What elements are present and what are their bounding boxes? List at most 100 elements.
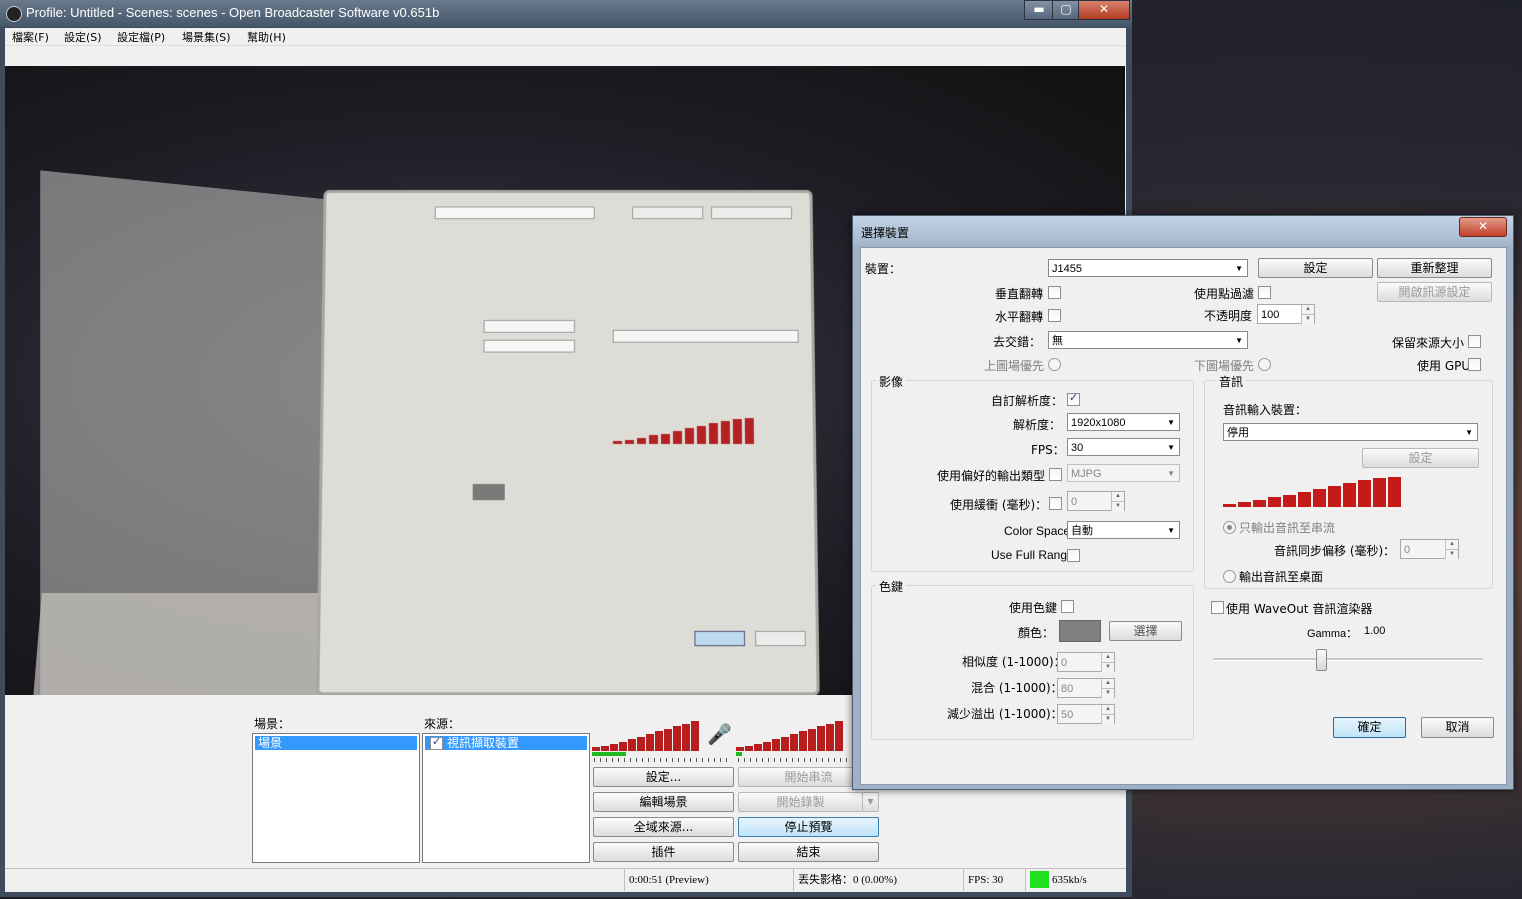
blend-input[interactable]: 80 ▲ ▼ — [1057, 678, 1115, 698]
spin-up-icon[interactable]: ▲ — [1101, 705, 1114, 714]
spin-down-icon[interactable]: ▼ — [1301, 314, 1314, 324]
start-recording-button[interactable]: 開始錄製 — [738, 792, 863, 812]
color-space-select[interactable]: 自動 ▼ — [1067, 521, 1180, 539]
waveout-checkbox[interactable] — [1211, 601, 1224, 614]
close-icon: ✕ — [1477, 219, 1489, 233]
desktop-meter-bar — [754, 744, 762, 751]
device-config-button[interactable]: 設定 — [1258, 258, 1373, 278]
top-field-first-radio[interactable] — [1048, 358, 1061, 371]
scenes-label: 場景： — [254, 717, 291, 731]
dialog-meter-bar — [1253, 500, 1266, 507]
buffer-checkbox[interactable] — [1049, 497, 1062, 510]
dialog-title-bar[interactable]: 選擇裝置 — [853, 216, 1513, 246]
microphone-icon[interactable]: 🎤 — [707, 722, 732, 746]
sources-list[interactable]: 視訊擷取裝置 — [422, 733, 590, 863]
dialog-meter-bar — [1313, 489, 1326, 507]
custom-resolution-checkbox[interactable] — [1067, 391, 1080, 406]
menu-profiles[interactable]: 設定檔(P) — [117, 29, 165, 45]
mic-meter-bar — [592, 747, 600, 751]
edit-scene-button[interactable]: 編輯場景 — [593, 792, 734, 812]
source-visible-checkbox[interactable] — [430, 735, 443, 750]
maximize-button[interactable]: ▢ — [1052, 0, 1080, 20]
spin-down-icon[interactable]: ▼ — [1101, 662, 1114, 672]
custom-resolution-label: 自訂解析度： — [991, 394, 1064, 408]
mic-meter-bar — [610, 744, 618, 751]
resolution-select[interactable]: 1920x1080 ▼ — [1067, 413, 1180, 431]
spill-input[interactable]: 50 ▲ ▼ — [1057, 704, 1115, 724]
output-desktop-radio[interactable] — [1223, 570, 1236, 583]
similarity-input[interactable]: 0 ▲ ▼ — [1057, 652, 1115, 672]
colorkey-group-title: 色鍵 — [876, 578, 907, 595]
plugins-button[interactable]: 插件 — [593, 842, 734, 862]
exit-button[interactable]: 結束 — [738, 842, 879, 862]
ok-button[interactable]: 確定 — [1333, 717, 1406, 738]
global-sources-button[interactable]: 全域來源... — [593, 817, 734, 837]
bottom-field-first-radio[interactable] — [1258, 358, 1271, 371]
audio-volume-meter — [1223, 476, 1403, 507]
desktop-volume-meter — [736, 719, 848, 751]
spin-down-icon[interactable]: ▼ — [1445, 549, 1458, 559]
flip-horizontal-checkbox[interactable] — [1048, 309, 1061, 322]
deinterlace-select[interactable]: 無 ▼ — [1048, 331, 1248, 349]
settings-button[interactable]: 設定... — [593, 767, 734, 787]
preferred-output-checkbox[interactable] — [1049, 468, 1062, 481]
window-title: Profile: Untitled - Scenes: scenes - Ope… — [26, 5, 440, 20]
desktop-volume-slider[interactable] — [738, 758, 848, 762]
output-type-select[interactable]: MJPG ▼ — [1067, 464, 1180, 482]
device-select[interactable]: J1455 ▼ — [1048, 259, 1248, 277]
spin-up-icon[interactable]: ▲ — [1111, 492, 1124, 501]
waveout-label: 使用 WaveOut 音訊渲染器 — [1226, 602, 1373, 616]
opacity-input[interactable]: 100 ▲ ▼ — [1257, 304, 1315, 324]
flip-vertical-checkbox[interactable] — [1048, 286, 1061, 299]
menu-file[interactable]: 檔案(F) — [12, 29, 49, 45]
audio-config-button[interactable]: 設定 — [1362, 448, 1479, 468]
scenes-list[interactable]: 場景 — [252, 733, 420, 863]
spin-up-icon[interactable]: ▲ — [1101, 653, 1114, 662]
gamma-value: 1.00 — [1364, 625, 1386, 637]
menu-scene-collections[interactable]: 場景集(S) — [182, 29, 231, 45]
microphone-volume-slider[interactable] — [594, 758, 732, 762]
source-item[interactable]: 視訊擷取裝置 — [425, 735, 587, 750]
dialog-meter-bar — [1298, 492, 1311, 507]
colorkey-select-button[interactable]: 選擇 — [1109, 621, 1182, 641]
keep-source-size-checkbox[interactable] — [1468, 335, 1481, 348]
resolution-label: 解析度： — [1013, 418, 1062, 432]
close-button[interactable]: ✕ — [1078, 0, 1130, 20]
buffer-input[interactable]: 0 ▲ ▼ — [1067, 491, 1125, 511]
menu-help[interactable]: 幫助(H) — [247, 29, 286, 45]
dialog-close-button[interactable]: ✕ — [1459, 217, 1507, 237]
mic-meter-bar — [646, 734, 654, 751]
fps-select[interactable]: 30 ▼ — [1067, 438, 1180, 456]
spin-up-icon[interactable]: ▲ — [1101, 679, 1114, 688]
title-bar[interactable]: Profile: Untitled - Scenes: scenes - Ope… — [0, 0, 1132, 27]
use-colorkey-checkbox[interactable] — [1061, 600, 1074, 613]
device-label: 裝置： — [864, 262, 901, 276]
spin-down-icon[interactable]: ▼ — [1101, 714, 1114, 724]
deinterlace-label: 去交錯： — [993, 335, 1042, 349]
minimize-button[interactable]: ▬ — [1024, 0, 1054, 20]
desktop-meter-bar — [772, 739, 780, 751]
scene-item[interactable]: 場景 — [255, 736, 417, 750]
open-source-config-button[interactable]: 開啟訊源設定 — [1377, 282, 1492, 302]
spin-down-icon[interactable]: ▼ — [1101, 688, 1114, 698]
gamma-slider-track[interactable] — [1213, 658, 1483, 661]
desktop-level-bar — [736, 752, 742, 756]
audio-offset-input[interactable]: 0 ▲ ▼ — [1400, 539, 1459, 559]
spin-down-icon[interactable]: ▼ — [1111, 501, 1124, 511]
cancel-button[interactable]: 取消 — [1421, 717, 1494, 738]
point-filter-checkbox[interactable] — [1258, 286, 1271, 299]
gamma-slider-thumb[interactable] — [1316, 649, 1327, 671]
audio-input-select[interactable]: 停用 ▼ — [1223, 423, 1478, 441]
output-stream-only-radio[interactable] — [1223, 521, 1236, 534]
preview-photo-meter-bar — [672, 431, 683, 444]
spin-up-icon[interactable]: ▲ — [1301, 305, 1314, 314]
recording-options-dropdown[interactable]: ▼ — [862, 792, 879, 812]
stop-preview-button[interactable]: 停止預覽 — [738, 817, 879, 837]
spin-up-icon[interactable]: ▲ — [1445, 540, 1458, 549]
menu-settings[interactable]: 設定(S) — [64, 29, 102, 45]
colorkey-swatch[interactable] — [1059, 620, 1101, 642]
refresh-button[interactable]: 重新整理 — [1377, 258, 1492, 278]
use-gpu-checkbox[interactable] — [1468, 358, 1481, 371]
desktop-meter-bar — [790, 734, 798, 751]
full-range-checkbox[interactable] — [1067, 549, 1080, 562]
